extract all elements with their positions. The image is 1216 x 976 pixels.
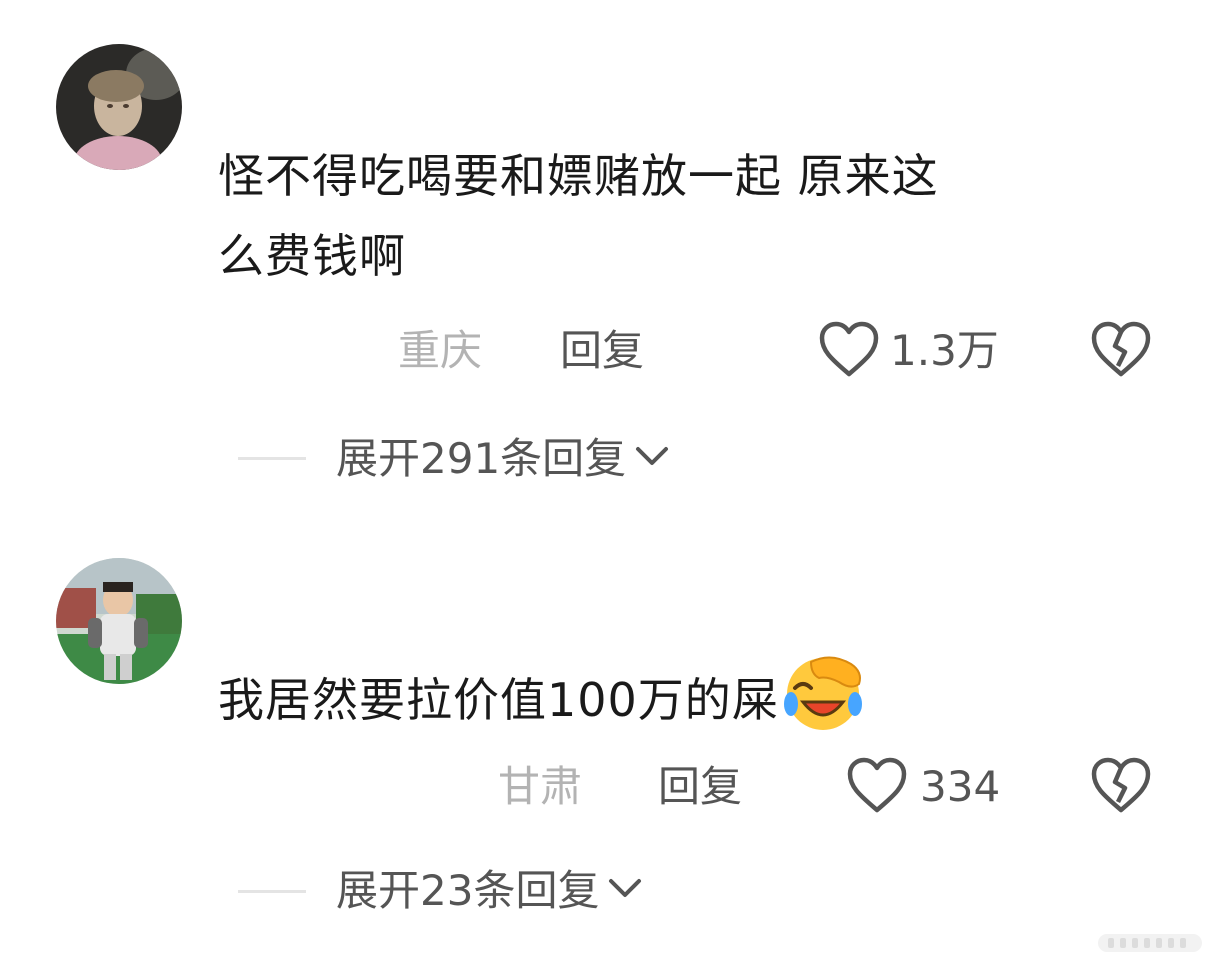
comment-text-line: 怪不得吃喝要和嫖赌放一起 原来这 (218, 149, 939, 203)
like-count: 1.3万 (890, 326, 999, 375)
comment-text: 我居然要拉价值100万的屎 (218, 650, 1148, 740)
broken-heart-icon[interactable] (1090, 756, 1152, 814)
location-label: 甘肃 (498, 762, 583, 811)
location-label: 重庆 (398, 326, 483, 375)
expand-divider (238, 457, 306, 460)
chevron-down-icon (636, 447, 669, 465)
expand-replies-button[interactable]: 展开291条回复 (336, 434, 672, 484)
like-count: 334 (920, 762, 1001, 811)
face-palm-laughing-emoji (783, 656, 862, 730)
user-avatar[interactable] (56, 44, 182, 170)
heart-outline-icon[interactable] (846, 756, 908, 814)
chevron-down-icon (609, 879, 642, 897)
expand-divider (238, 890, 306, 893)
broken-heart-icon[interactable] (1090, 320, 1152, 378)
user-avatar[interactable] (56, 558, 182, 684)
reply-button[interactable]: 回复 (560, 326, 644, 376)
comment-text: 怪不得吃喝要和嫖赌放一起 原来这 么费钱啊 (218, 136, 1148, 296)
comment-text-line: 么费钱啊 (218, 229, 406, 283)
expand-replies-label: 展开23条回复 (336, 866, 600, 915)
watermark-logo (1098, 934, 1202, 952)
expand-replies-button[interactable]: 展开23条回复 (336, 866, 645, 916)
comment-text-line: 我居然要拉价值100万的屎 (218, 673, 779, 727)
expand-replies-label: 展开291条回复 (336, 434, 627, 483)
heart-outline-icon[interactable] (818, 320, 880, 378)
reply-button[interactable]: 回复 (658, 762, 742, 812)
